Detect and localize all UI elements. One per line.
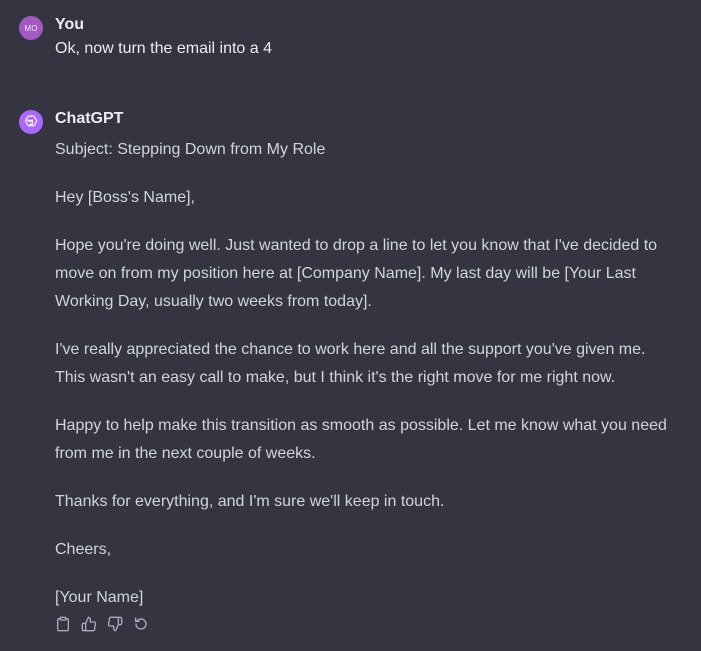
- assistant-name: ChatGPT: [55, 110, 124, 127]
- email-signoff: Cheers,: [55, 541, 112, 558]
- message-actions: [55, 615, 149, 633]
- user-avatar: MO: [19, 16, 43, 40]
- email-paragraph: I've really appreciated the chance to wo…: [55, 341, 646, 386]
- email-greeting: Hey [Boss's Name],: [55, 189, 195, 206]
- regenerate-button[interactable]: [133, 615, 149, 633]
- user-initials: MO: [24, 23, 38, 33]
- thumbs-up-button[interactable]: [81, 615, 97, 633]
- assistant-message-body: Subject: Stepping Down from My Role Hey …: [55, 136, 675, 632]
- copy-button[interactable]: [55, 615, 71, 633]
- thumbs-up-icon: [81, 616, 97, 632]
- regenerate-icon: [135, 617, 147, 630]
- thumbs-down-button[interactable]: [107, 615, 123, 633]
- thumbs-down-icon: [107, 616, 123, 632]
- email-paragraph: Hope you're doing well. Just wanted to d…: [55, 237, 658, 310]
- email-signature: [Your Name]: [55, 589, 144, 606]
- email-paragraph: Happy to help make this transition as sm…: [55, 417, 667, 462]
- openai-logo-icon: [25, 115, 37, 127]
- email-subject: Subject: Stepping Down from My Role: [55, 141, 326, 158]
- email-paragraph: Thanks for everything, and I'm sure we'l…: [55, 493, 445, 510]
- chatgpt-avatar: [19, 110, 43, 134]
- user-name: You: [55, 16, 85, 33]
- clipboard-icon: [57, 616, 69, 632]
- user-message-text: Ok, now turn the email into a 4: [55, 40, 272, 57]
